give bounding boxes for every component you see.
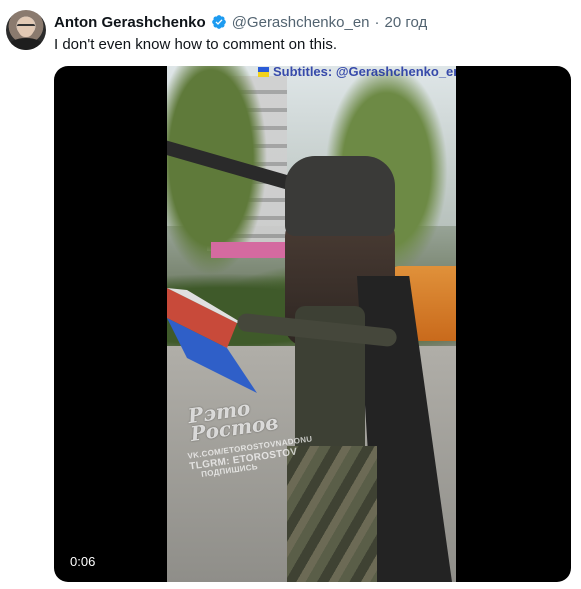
- costume-tank-turret: [285, 156, 395, 236]
- scene-sign: [211, 242, 291, 258]
- tweet-text: I don't even know how to comment on this…: [54, 36, 338, 53]
- video-timestamp: 0:06: [70, 554, 96, 569]
- tricolor-flag: [167, 288, 257, 393]
- video-player[interactable]: Subtitles: @Gerashchenko_en Ρэто Ростов …: [54, 66, 571, 582]
- person-camo-pants: [287, 446, 377, 582]
- tweet-header: Anton Gerashchenko @Gerashchenko_en · 20…: [54, 12, 427, 32]
- video-frame: Subtitles: @Gerashchenko_en Ρэто Ростов …: [167, 66, 456, 582]
- avatar-glasses: [17, 24, 35, 31]
- author-name[interactable]: Anton Gerashchenko: [54, 14, 206, 31]
- subtitle-watermark: Subtitles: @Gerashchenko_en: [273, 66, 456, 79]
- tweet-time[interactable]: 20 год: [385, 14, 428, 31]
- avatar-shoulders: [8, 38, 44, 50]
- separator-dot: ·: [374, 13, 380, 31]
- verified-badge-icon: [211, 15, 226, 29]
- author-handle[interactable]: @Gerashchenko_en: [232, 14, 370, 31]
- ukraine-flag-icon: [258, 67, 269, 77]
- author-avatar[interactable]: [6, 10, 46, 50]
